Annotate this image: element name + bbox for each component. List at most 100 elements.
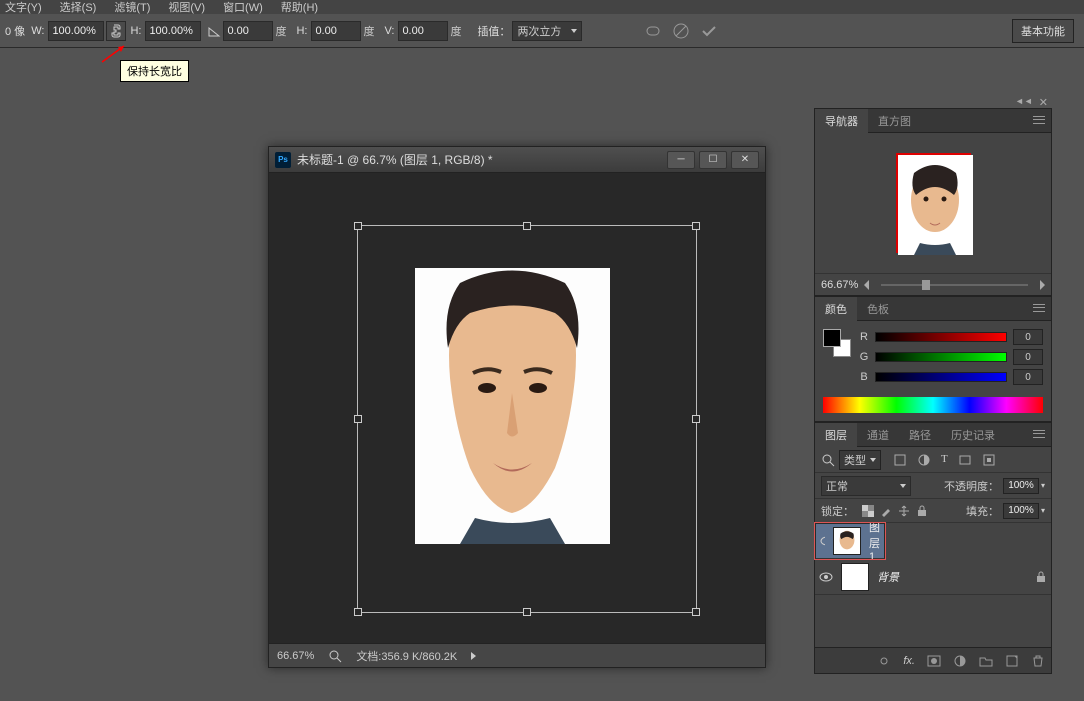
g-slider[interactable] (875, 352, 1007, 362)
pixels-label: 0 像 (5, 23, 25, 39)
mask-icon[interactable] (927, 654, 941, 668)
navigator-thumbnail[interactable] (896, 153, 971, 253)
commit-icon[interactable] (700, 22, 718, 40)
filter-type-select[interactable]: 类型 (839, 450, 881, 470)
color-spectrum[interactable] (823, 397, 1043, 413)
layer-thumbnail[interactable] (833, 527, 861, 555)
fx-icon[interactable]: fx. (903, 655, 915, 667)
tab-history[interactable]: 历史记录 (941, 423, 1005, 447)
foreground-background-swatch[interactable] (823, 329, 851, 357)
handle-left[interactable] (354, 415, 362, 423)
handle-top[interactable] (523, 222, 531, 230)
tab-channels[interactable]: 通道 (857, 423, 899, 447)
tab-swatches[interactable]: 色板 (857, 297, 899, 321)
close-panels-icon[interactable]: ✕ (1039, 96, 1048, 108)
lock-icon (1035, 571, 1047, 583)
hskew-label: H: (296, 25, 307, 37)
filter-adjust-icon[interactable] (917, 453, 931, 467)
trash-icon[interactable] (1031, 654, 1045, 668)
hskew-input[interactable] (311, 21, 361, 41)
filter-text-icon[interactable]: T (941, 453, 948, 467)
layer-name[interactable]: 图层 1 (869, 519, 880, 563)
foreground-color[interactable] (823, 329, 841, 347)
lock-move-icon[interactable] (898, 505, 910, 517)
ps-icon: Ps (275, 152, 291, 168)
layer-item[interactable]: 图层 1 (815, 523, 885, 559)
chevron-down-icon[interactable]: ▾ (1041, 481, 1045, 490)
lock-transparent-icon[interactable] (862, 505, 874, 517)
handle-top-right[interactable] (692, 222, 700, 230)
b-input[interactable] (1013, 369, 1043, 385)
r-input[interactable] (1013, 329, 1043, 345)
menu-filter[interactable]: 滤镜(T) (114, 0, 150, 15)
search-icon[interactable] (821, 453, 835, 467)
filter-shape-icon[interactable] (958, 453, 972, 467)
canvas[interactable] (269, 173, 765, 643)
maximize-button[interactable]: ☐ (699, 151, 727, 169)
panel-menu-icon[interactable] (1031, 113, 1047, 127)
status-zoom-icon[interactable] (328, 649, 342, 663)
handle-right[interactable] (692, 415, 700, 423)
rotate-input[interactable] (223, 21, 273, 41)
tab-paths[interactable]: 路径 (899, 423, 941, 447)
hskew-unit: 度 (363, 23, 374, 39)
interpolate-select[interactable]: 两次立方 (512, 21, 582, 41)
tab-histogram[interactable]: 直方图 (868, 109, 921, 133)
handle-bottom-left[interactable] (354, 608, 362, 616)
minimize-button[interactable]: ─ (667, 151, 695, 169)
g-input[interactable] (1013, 349, 1043, 365)
status-zoom[interactable]: 66.67% (277, 650, 314, 662)
b-slider[interactable] (875, 372, 1007, 382)
zoom-slider[interactable] (881, 284, 1028, 286)
handle-top-left[interactable] (354, 222, 362, 230)
layer-item[interactable]: 背景 (815, 559, 1051, 595)
options-bar: 0 像 W: H: 度 H: 度 V: 度 插值： 两次立方 基本功能 (0, 14, 1084, 48)
collapse-icon[interactable]: ◄◄ (1015, 96, 1033, 108)
opacity-input[interactable] (1003, 478, 1039, 494)
vskew-input[interactable] (398, 21, 448, 41)
adjustment-icon[interactable] (953, 654, 967, 668)
close-button[interactable]: ✕ (731, 151, 759, 169)
navigator-zoom[interactable]: 66.67% (821, 279, 858, 291)
handle-bottom[interactable] (523, 608, 531, 616)
status-menu-icon[interactable] (471, 652, 476, 660)
cancel-icon[interactable] (672, 22, 690, 40)
tab-navigator[interactable]: 导航器 (815, 109, 868, 133)
visibility-icon[interactable] (819, 570, 833, 584)
group-icon[interactable] (979, 654, 993, 668)
r-slider[interactable] (875, 332, 1007, 342)
blend-mode-select[interactable]: 正常 (821, 476, 911, 496)
panel-menu-icon[interactable] (1031, 301, 1047, 315)
filter-smart-icon[interactable] (982, 453, 996, 467)
handle-bottom-right[interactable] (692, 608, 700, 616)
lock-all-icon[interactable] (916, 505, 928, 517)
lock-paint-icon[interactable] (880, 505, 892, 517)
chevron-down-icon[interactable]: ▾ (1041, 506, 1045, 515)
fill-input[interactable] (1003, 503, 1039, 519)
layer-name[interactable]: 背景 (877, 569, 899, 585)
panel-menu-icon[interactable] (1031, 427, 1047, 441)
portrait-image[interactable] (415, 268, 610, 544)
zoom-out-icon[interactable] (864, 280, 869, 290)
zoom-in-icon[interactable] (1040, 280, 1045, 290)
link-layers-icon[interactable] (877, 654, 891, 668)
workspace-button[interactable]: 基本功能 (1012, 19, 1074, 43)
visibility-icon[interactable] (820, 534, 825, 548)
panels-dock: ◄◄ ✕ 导航器 直方图 66.67% (814, 96, 1052, 674)
new-layer-icon[interactable] (1005, 654, 1019, 668)
layer-thumbnail[interactable] (841, 563, 869, 591)
menu-view[interactable]: 视图(V) (168, 0, 205, 15)
menu-help[interactable]: 帮助(H) (281, 0, 318, 15)
height-input[interactable] (145, 21, 201, 41)
menu-text[interactable]: 文字(Y) (5, 0, 42, 15)
warp-icon[interactable] (644, 22, 662, 40)
tab-layers[interactable]: 图层 (815, 423, 857, 447)
tab-color[interactable]: 颜色 (815, 297, 857, 321)
document-titlebar[interactable]: Ps 未标题-1 @ 66.7% (图层 1, RGB/8) * ─ ☐ ✕ (269, 147, 765, 173)
menu-select[interactable]: 选择(S) (60, 0, 97, 15)
link-aspect-button[interactable] (106, 21, 126, 41)
menu-window[interactable]: 窗口(W) (223, 0, 263, 15)
filter-pixel-icon[interactable] (893, 453, 907, 467)
rotate-unit: 度 (275, 23, 286, 39)
width-input[interactable] (48, 21, 104, 41)
